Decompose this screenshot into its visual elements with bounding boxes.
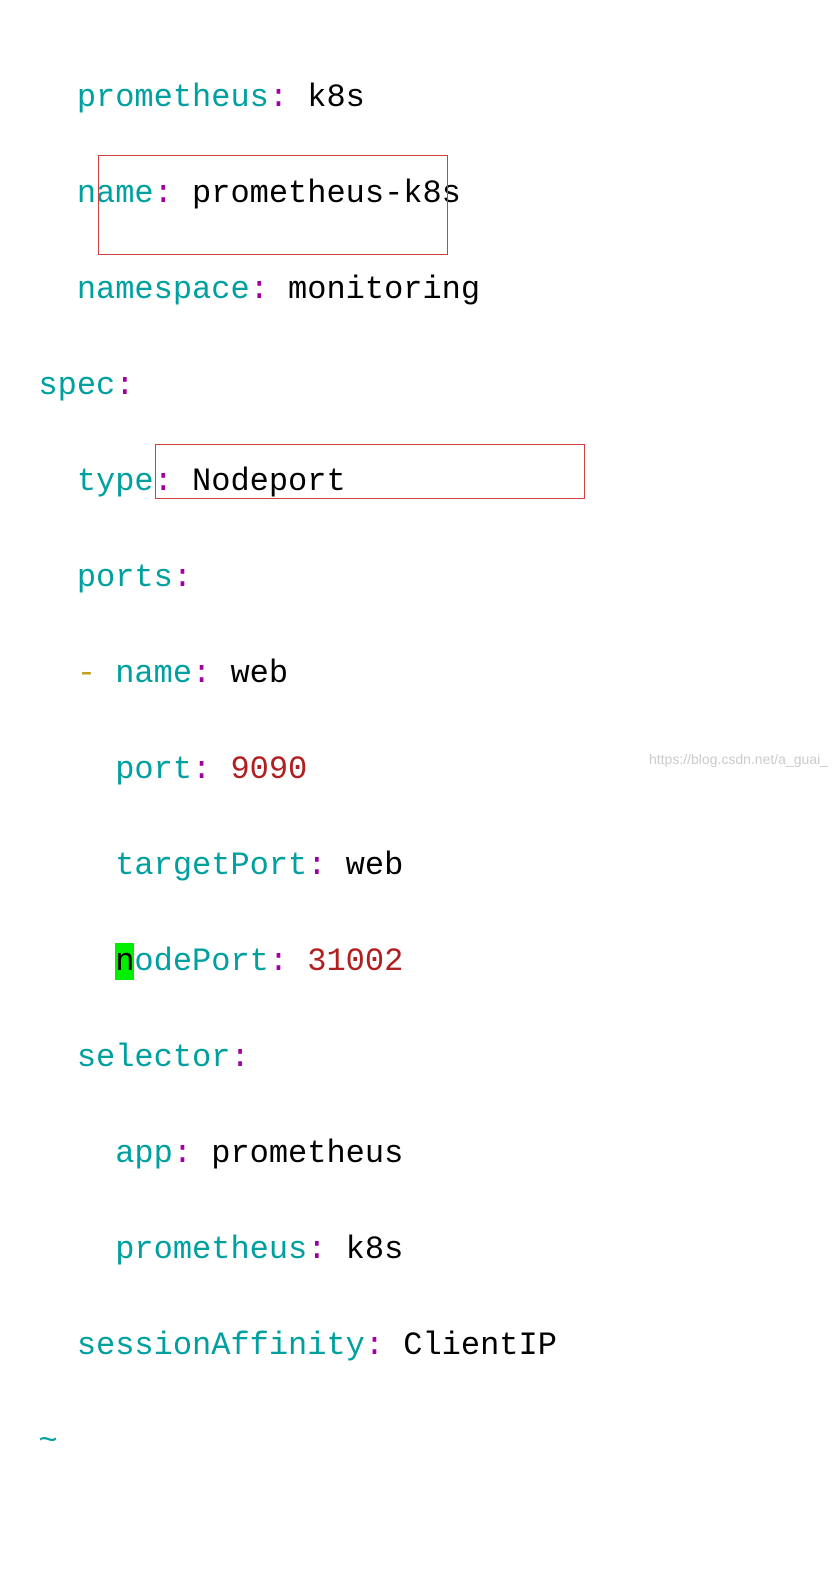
yaml-key: name [115, 655, 192, 692]
editor-cursor: n [115, 943, 134, 980]
yaml-value: prometheus [211, 1135, 403, 1172]
yaml-value: k8s [346, 1231, 404, 1268]
yaml-key: targetPort [115, 847, 307, 884]
colon: : [307, 847, 326, 884]
yaml-key: app [115, 1135, 173, 1172]
colon: : [269, 943, 288, 980]
yaml-key: namespace [77, 271, 250, 308]
yaml-key: prometheus [77, 79, 269, 116]
yaml-key: port [115, 751, 192, 788]
indent [0, 1039, 77, 1076]
yaml-key: sessionAffinity [77, 1327, 365, 1364]
indent [0, 1327, 77, 1364]
yaml-value: Nodeport [192, 463, 346, 500]
code-line: sessionAffinity: ClientIP [0, 1322, 838, 1370]
colon: : [192, 751, 211, 788]
code-line: targetPort: web [0, 842, 838, 890]
yaml-key: ports [77, 559, 173, 596]
indent [0, 847, 115, 884]
indent [0, 751, 115, 788]
indent [0, 463, 77, 500]
indent [0, 1423, 38, 1460]
yaml-key: spec [38, 367, 115, 404]
vim-tilde: ~ [38, 1423, 57, 1460]
colon: : [269, 79, 288, 116]
code-line: type: Nodeport [0, 458, 838, 506]
colon: : [192, 655, 211, 692]
colon: : [173, 1135, 192, 1172]
code-line: name: prometheus-k8s [0, 170, 838, 218]
indent [0, 175, 77, 212]
yaml-key: type [77, 463, 154, 500]
colon: : [230, 1039, 249, 1076]
indent [0, 1231, 115, 1268]
colon: : [173, 559, 192, 596]
yaml-value: prometheus-k8s [192, 175, 461, 212]
indent [0, 367, 38, 404]
colon: : [154, 175, 173, 212]
colon: : [365, 1327, 384, 1364]
yaml-value: k8s [307, 79, 365, 116]
yaml-value: ClientIP [403, 1327, 557, 1364]
code-line: ports: [0, 554, 838, 602]
yaml-dash: - [77, 655, 96, 692]
code-line: - name: web [0, 650, 838, 698]
colon: : [307, 1231, 326, 1268]
code-line: app: prometheus [0, 1130, 838, 1178]
yaml-key: prometheus [115, 1231, 307, 1268]
yaml-number: 31002 [307, 943, 403, 980]
colon: : [250, 271, 269, 308]
yaml-key: odePort [134, 943, 268, 980]
watermark-text: https://blog.csdn.net/a_guai_ [649, 749, 828, 770]
code-line: nodePort: 31002 [0, 938, 838, 986]
code-line: selector: [0, 1034, 838, 1082]
colon: : [154, 463, 173, 500]
yaml-code-block: prometheus: k8s name: prometheus-k8s nam… [0, 0, 838, 1570]
code-line: namespace: monitoring [0, 266, 838, 314]
indent [0, 1135, 115, 1172]
indent [0, 271, 77, 308]
code-line: ~ [0, 1418, 838, 1466]
code-line: prometheus: k8s [0, 74, 838, 122]
yaml-value: monitoring [288, 271, 480, 308]
indent [0, 79, 77, 116]
yaml-number: 9090 [230, 751, 307, 788]
code-line: prometheus: k8s [0, 1226, 838, 1274]
yaml-key: selector [77, 1039, 231, 1076]
indent [0, 655, 77, 692]
code-line: spec: [0, 362, 838, 410]
yaml-value: web [346, 847, 404, 884]
colon: : [115, 367, 134, 404]
indent [0, 943, 115, 980]
yaml-key: name [77, 175, 154, 212]
indent [0, 559, 77, 596]
yaml-value: web [230, 655, 288, 692]
